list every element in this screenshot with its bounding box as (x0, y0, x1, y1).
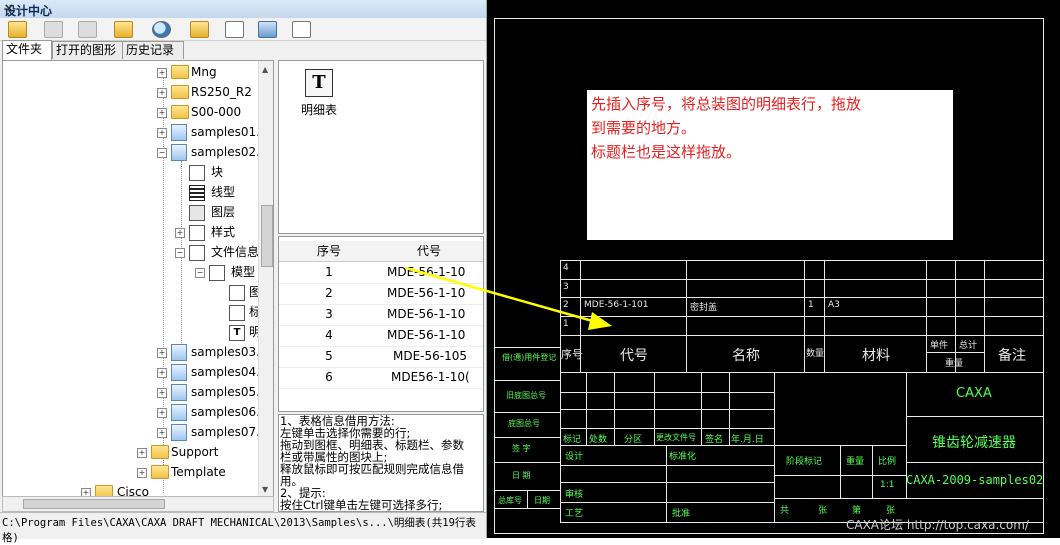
header-name: 名称 (732, 348, 760, 364)
close-icon[interactable]: × (4, 1, 480, 15)
drawing-number: CAXA-2009-samples02 (906, 473, 1044, 487)
tab-history[interactable]: 历史记录 (122, 41, 184, 59)
scale-value: 1:1 (880, 480, 895, 490)
header-material: 材料 (862, 348, 890, 364)
back-icon[interactable] (44, 21, 63, 38)
table-header: 序号 代号 (279, 241, 483, 262)
up-folder-icon[interactable] (114, 21, 133, 38)
panel-title-bar: 设计中心 × (0, 0, 486, 19)
status-path: C:\Program Files\CAXA\CAXA DRAFT MECHANI… (2, 517, 476, 544)
preview-pane: T 明细表 (278, 60, 484, 234)
forward-icon[interactable] (78, 21, 97, 38)
preview-icon[interactable] (258, 21, 277, 38)
note-line-3: 标题栏也是这样拖放。 (591, 143, 742, 161)
folder-tree: + Mng + RS250_R2 + S00-000 + samples01. … (2, 60, 274, 498)
tab-open-drawings[interactable]: 打开的图形 (52, 41, 124, 59)
row2-material: A3 (828, 300, 840, 310)
tree-vertical-scrollbar[interactable]: ▲ ▼ (258, 61, 273, 497)
status-bar: C:\Program Files\CAXA\CAXA DRAFT MECHANI… (0, 512, 486, 544)
tree-horizontal-scrollbar[interactable] (2, 496, 274, 512)
favorites-folder-icon[interactable] (190, 21, 209, 38)
header-code: 代号 (620, 348, 648, 364)
row2-name: 密封盖 (690, 303, 718, 313)
header-unit: 单件 (930, 341, 949, 351)
header-qty: 数量 (806, 349, 825, 359)
preview-label: 明细表 (301, 103, 338, 117)
search-icon[interactable] (152, 21, 171, 38)
header-seq: 序号 (561, 348, 583, 361)
table-icon[interactable]: T (305, 69, 333, 97)
note-line-2: 到需要的地方。 (591, 119, 697, 137)
table-row[interactable]: 6 MDE56-1-10( (279, 367, 483, 389)
open-folder-icon[interactable] (8, 21, 27, 38)
header-total: 总计 (959, 341, 978, 351)
tab-folders[interactable]: 文件夹 (2, 40, 52, 60)
header-weight: 重量 (945, 359, 964, 369)
company-name: CAXA (956, 386, 992, 401)
scroll-thumb[interactable] (261, 205, 273, 267)
part-name: 锥齿轮减速器 (932, 435, 1016, 451)
description-pane: 1、表格信息借用方法: 左键单击选择你需要的行; 拖动到图框、明细表、标题栏、参… (278, 414, 484, 512)
tree-view-icon[interactable] (225, 21, 244, 38)
tab-bar: 文件夹 打开的图形 历史记录 (0, 40, 486, 60)
row2-qty: 1 (808, 300, 814, 310)
description-icon[interactable] (292, 21, 311, 38)
drawing-border-bottom (494, 533, 1044, 534)
drawing-border-right (1043, 18, 1044, 534)
drag-arrow-icon (405, 266, 612, 330)
header-remark: 备注 (998, 348, 1026, 364)
instruction-note: 先插入序号，将总装图的明细表行，拖放 到需要的地方。 标题栏也是这样拖放。 (587, 90, 953, 240)
note-line-1: 先插入序号，将总装图的明细表行，拖放 (591, 95, 862, 113)
toolbar (0, 18, 486, 41)
drawing-border-top (494, 18, 1044, 19)
watermark: CAXA论坛 http://top.caxa.com/ (846, 518, 1029, 532)
table-row[interactable]: 5 MDE-56-105 (279, 346, 483, 368)
